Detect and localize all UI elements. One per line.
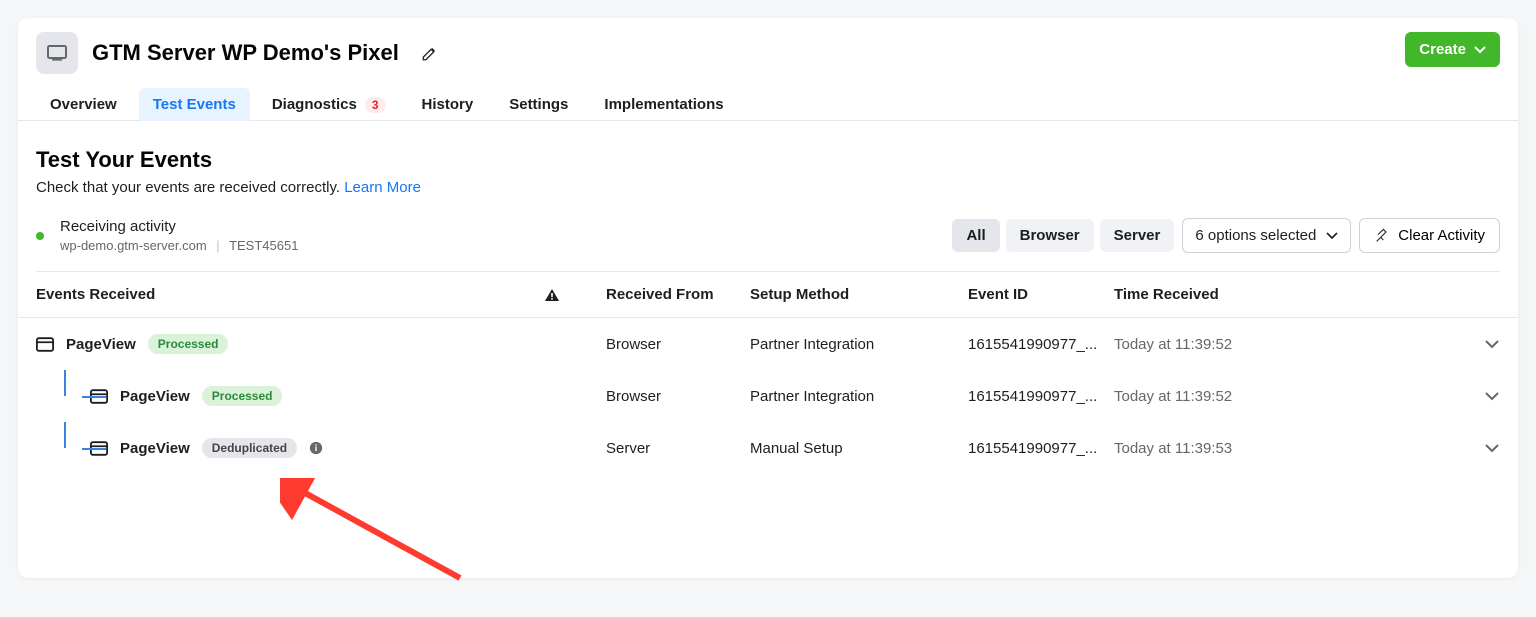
expand-icon[interactable]: [1464, 391, 1500, 401]
time-received: Today at 11:39:53: [1114, 440, 1464, 457]
filter-all[interactable]: All: [952, 219, 999, 252]
event-name: PageView: [120, 440, 190, 457]
expand-icon[interactable]: [1464, 443, 1500, 453]
setup-method: Partner Integration: [750, 388, 968, 405]
status-badge: Processed: [202, 386, 283, 406]
received-from: Browser: [606, 388, 750, 405]
activity-label: Receiving activity: [60, 218, 298, 235]
create-button[interactable]: Create: [1405, 32, 1500, 67]
source-filter: All Browser Server: [952, 219, 1174, 252]
status-badge: Deduplicated: [202, 438, 297, 458]
activity-domain: wp-demo.gtm-server.com: [60, 238, 207, 253]
section: Test Your Events Check that your events …: [18, 121, 1518, 272]
caret-down-icon: [1474, 46, 1486, 54]
activity-testid: TEST45651: [229, 238, 298, 253]
tab-diagnostics-label: Diagnostics: [272, 96, 357, 113]
header: GTM Server WP Demo's Pixel Create: [18, 18, 1518, 74]
edit-icon[interactable]: [421, 44, 439, 62]
options-label: 6 options selected: [1195, 227, 1316, 244]
activity-sub: wp-demo.gtm-server.com | TEST45651: [60, 238, 298, 253]
info-icon[interactable]: [309, 441, 323, 455]
window-icon: [36, 337, 54, 352]
activity-left: Receiving activity wp-demo.gtm-server.co…: [36, 218, 298, 253]
filter-browser[interactable]: Browser: [1006, 219, 1094, 252]
expand-icon[interactable]: [1464, 339, 1500, 349]
event-cell: PageView Processed: [36, 386, 606, 406]
table-row[interactable]: PageView Processed BrowserPartner Integrat…: [18, 318, 1518, 370]
received-from: Browser: [606, 336, 750, 353]
tab-test-events[interactable]: Test Events: [139, 88, 250, 121]
time-received: Today at 11:39:52: [1114, 336, 1464, 353]
section-subtitle-text: Check that your events are received corr…: [36, 179, 344, 196]
tab-history-label: History: [422, 96, 474, 113]
table-row[interactable]: PageView Deduplicated ServerManual Setup16…: [18, 422, 1518, 474]
create-label: Create: [1419, 41, 1466, 58]
tab-history[interactable]: History: [408, 88, 488, 121]
event-cell: PageView Deduplicated: [36, 438, 606, 458]
event-id: 1615541990977_...: [968, 440, 1114, 457]
clear-activity-button[interactable]: Clear Activity: [1359, 218, 1500, 253]
tab-diagnostics[interactable]: Diagnostics 3: [258, 88, 400, 121]
col-from: Received From: [606, 286, 750, 303]
col-events-label: Events Received: [36, 286, 155, 303]
tab-implementations[interactable]: Implementations: [590, 88, 737, 121]
clear-icon: [1374, 228, 1390, 244]
caret-down-icon: [1326, 232, 1338, 240]
event-id: 1615541990977_...: [968, 336, 1114, 353]
tab-overview[interactable]: Overview: [36, 88, 131, 121]
setup-method: Manual Setup: [750, 440, 968, 457]
event-name: PageView: [120, 388, 190, 405]
event-name: PageView: [66, 336, 136, 353]
status-badge: Processed: [148, 334, 229, 354]
received-from: Server: [606, 440, 750, 457]
event-cell: PageView Processed: [36, 334, 606, 354]
learn-more-link[interactable]: Learn More: [344, 179, 421, 196]
title-wrap: GTM Server WP Demo's Pixel: [36, 32, 439, 74]
options-dropdown[interactable]: 6 options selected: [1182, 218, 1351, 253]
tab-settings[interactable]: Settings: [495, 88, 582, 121]
divider: |: [216, 238, 219, 253]
status-dot-icon: [36, 232, 44, 240]
col-setup: Setup Method: [750, 286, 968, 303]
annotation-arrow: [280, 478, 470, 593]
tab-test-events-label: Test Events: [153, 96, 236, 113]
col-events: Events Received: [36, 286, 606, 303]
tabs: Overview Test Events Diagnostics 3 Histo…: [18, 74, 1518, 121]
clear-label: Clear Activity: [1398, 227, 1485, 244]
section-title: Test Your Events: [36, 147, 1500, 173]
section-subtitle: Check that your events are received corr…: [36, 179, 1500, 196]
page-title: GTM Server WP Demo's Pixel: [92, 40, 399, 66]
table-row[interactable]: PageView Processed BrowserPartner Integrat…: [18, 370, 1518, 422]
col-eventid: Event ID: [968, 286, 1114, 303]
tab-settings-label: Settings: [509, 96, 568, 113]
event-id: 1615541990977_...: [968, 388, 1114, 405]
diagnostics-badge: 3: [365, 97, 386, 113]
tab-implementations-label: Implementations: [604, 96, 723, 113]
setup-method: Partner Integration: [750, 336, 968, 353]
col-time: Time Received: [1114, 286, 1464, 303]
time-received: Today at 11:39:52: [1114, 388, 1464, 405]
warning-icon: [544, 288, 560, 302]
table-header: Events Received Received From Setup Meth…: [18, 272, 1518, 318]
controls: All Browser Server 6 options selected Cl…: [952, 218, 1500, 253]
main-panel: GTM Server WP Demo's Pixel Create Overvi…: [18, 18, 1518, 578]
tab-overview-label: Overview: [50, 96, 117, 113]
filter-server[interactable]: Server: [1100, 219, 1175, 252]
pixel-icon: [36, 32, 78, 74]
activity-row: Receiving activity wp-demo.gtm-server.co…: [36, 214, 1500, 272]
table-body: PageViewProcessedBrowserPartner Integrat…: [18, 318, 1518, 474]
